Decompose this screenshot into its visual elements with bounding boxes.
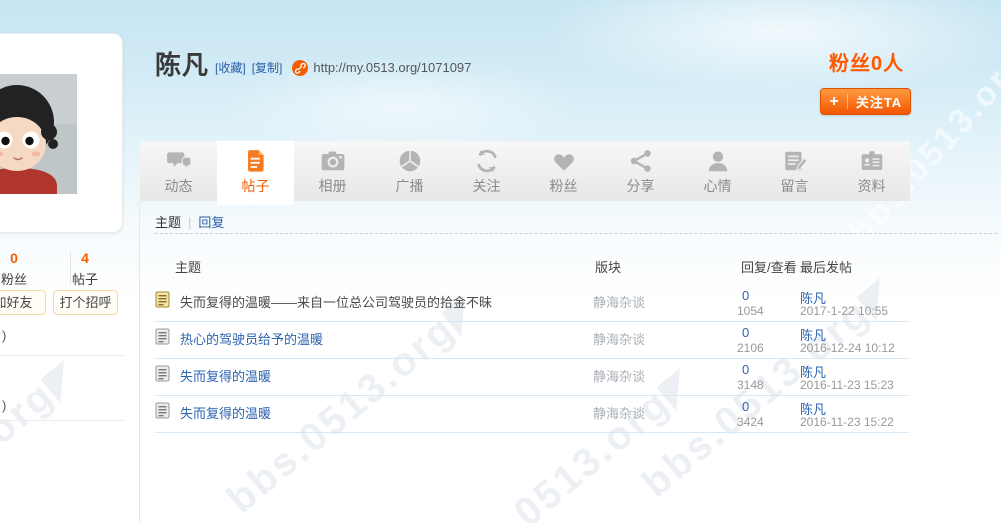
subnav-replies[interactable]: 回复 bbox=[198, 215, 224, 230]
id-card-icon bbox=[859, 148, 885, 174]
profile-tabbar: 动态 帖子 相册 bbox=[140, 141, 910, 201]
topic-icon bbox=[155, 328, 170, 345]
globe-sphere-icon bbox=[397, 148, 423, 174]
sidebar-section-clipped: ) bbox=[2, 398, 6, 413]
topic-replies[interactable]: 0 bbox=[742, 288, 749, 303]
subnav-divider: | bbox=[188, 215, 191, 230]
refresh-arrows-icon bbox=[474, 148, 500, 174]
topic-forum[interactable]: 静海杂谈 bbox=[593, 366, 645, 385]
last-post-date: 2016-11-23 15:23 bbox=[800, 378, 894, 392]
topic-title-link[interactable]: 失而复得的温暖——来自一位总公司驾驶员的拾金不昧 bbox=[180, 292, 492, 311]
tab-label: 心情 bbox=[704, 176, 732, 196]
share-nodes-icon bbox=[628, 148, 654, 174]
tab-label: 相册 bbox=[319, 176, 347, 196]
add-friend-button[interactable]: 加好友 bbox=[0, 290, 46, 315]
say-hello-button[interactable]: 打个招呼 bbox=[53, 290, 118, 315]
topic-forum[interactable]: 静海杂谈 bbox=[593, 403, 645, 422]
topic-forum[interactable]: 静海杂谈 bbox=[593, 292, 645, 311]
col-header-topic: 主题 bbox=[175, 257, 201, 276]
stat-posts-value: 4 bbox=[52, 250, 118, 266]
stat-posts-label: 帖子 bbox=[52, 269, 118, 288]
tab-guangbo[interactable]: 广播 bbox=[371, 141, 448, 201]
avatar[interactable] bbox=[0, 74, 77, 194]
subnav-topics[interactable]: 主题 bbox=[155, 215, 181, 230]
heart-icon bbox=[551, 148, 577, 174]
table-row: 失而复得的温暖 静海杂谈 0 3424 陈凡 2016-11-23 15:22 bbox=[155, 396, 909, 433]
col-header-last-post: 最后发帖 bbox=[800, 257, 852, 276]
tab-xinqing[interactable]: 心情 bbox=[679, 141, 756, 201]
topic-views: 1054 bbox=[737, 304, 764, 318]
topic-views: 3424 bbox=[737, 415, 764, 429]
watermark: bbs.0513.org◤ bbox=[0, 350, 89, 523]
note-pencil-icon bbox=[782, 148, 808, 174]
profile-header: 陈凡 [收藏] [复制] http://my.0513.org/1071097 bbox=[155, 45, 471, 82]
page-title: 陈凡 bbox=[155, 45, 209, 82]
tab-label: 帖子 bbox=[242, 176, 270, 196]
stat-fans[interactable]: 0 粉丝 bbox=[0, 250, 54, 288]
topic-forum[interactable]: 静海杂谈 bbox=[593, 329, 645, 348]
favorite-link[interactable]: [收藏] bbox=[215, 59, 246, 76]
topic-title-link[interactable]: 热心的驾驶员给予的温暖 bbox=[180, 329, 323, 348]
document-icon bbox=[243, 148, 269, 174]
table-row: 失而复得的温暖——来自一位总公司驾驶员的拾金不昧 静海杂谈 0 1054 陈凡 … bbox=[155, 285, 909, 322]
last-post-date: 2017-1-22 10:55 bbox=[800, 304, 888, 318]
stat-fans-label: 粉丝 bbox=[0, 269, 54, 288]
tab-liuyan[interactable]: 留言 bbox=[756, 141, 833, 201]
tab-label: 留言 bbox=[781, 176, 809, 196]
last-post-date: 2016-12-24 10:12 bbox=[800, 341, 895, 355]
col-header-replies-views: 回复/查看 bbox=[741, 257, 797, 276]
tab-label: 粉丝 bbox=[550, 176, 578, 196]
tab-label: 关注 bbox=[473, 176, 501, 196]
topic-views: 3148 bbox=[737, 378, 764, 392]
stat-posts[interactable]: 4 帖子 bbox=[52, 250, 118, 288]
topic-icon bbox=[155, 365, 170, 382]
post-subnav: 主题 | 回复 bbox=[155, 212, 224, 231]
user-avatar-image bbox=[0, 74, 77, 194]
tab-guanzhu[interactable]: 关注 bbox=[448, 141, 525, 201]
follow-button-label: 关注TA bbox=[848, 92, 910, 111]
topic-icon bbox=[155, 402, 170, 419]
tab-label: 动态 bbox=[165, 176, 193, 196]
tab-xiangce[interactable]: 相册 bbox=[294, 141, 371, 201]
topic-replies[interactable]: 0 bbox=[742, 399, 749, 414]
profile-url[interactable]: http://my.0513.org/1071097 bbox=[313, 60, 471, 75]
tab-fenxiang[interactable]: 分享 bbox=[602, 141, 679, 201]
topic-replies[interactable]: 0 bbox=[742, 362, 749, 377]
link-ball-icon bbox=[292, 60, 308, 76]
fans-count-label: 粉丝0人 bbox=[829, 47, 904, 76]
tab-fensi[interactable]: 粉丝 bbox=[525, 141, 602, 201]
copy-link[interactable]: [复制] bbox=[252, 59, 283, 76]
profile-page: bbs.0513.org◤ bbs.0513.org◤ bbs.0513.org… bbox=[0, 0, 1001, 523]
sidebar-section-clipped: ) bbox=[2, 328, 6, 343]
topic-views: 2106 bbox=[737, 341, 764, 355]
tab-label: 广播 bbox=[396, 176, 424, 196]
topic-title-link[interactable]: 失而复得的温暖 bbox=[180, 366, 271, 385]
tab-label: 分享 bbox=[627, 176, 655, 196]
topic-title-link[interactable]: 失而复得的温暖 bbox=[180, 403, 271, 422]
last-post-date: 2016-11-23 15:22 bbox=[800, 415, 894, 429]
tab-tiezi-active[interactable]: 帖子 bbox=[217, 141, 294, 205]
col-header-forum: 版块 bbox=[595, 257, 621, 276]
table-row: 失而复得的温暖 静海杂谈 0 3148 陈凡 2016-11-23 15:23 bbox=[155, 359, 909, 396]
topic-replies[interactable]: 0 bbox=[742, 325, 749, 340]
avatar-card bbox=[0, 33, 123, 233]
sidebar-divider bbox=[0, 355, 124, 356]
camera-icon bbox=[320, 148, 346, 174]
tab-dongtai[interactable]: 动态 bbox=[140, 141, 217, 201]
tab-ziliao[interactable]: 资料 bbox=[833, 141, 910, 201]
stat-fans-value: 0 bbox=[0, 250, 54, 266]
profile-url-wrap: http://my.0513.org/1071097 bbox=[292, 60, 471, 76]
sidebar-divider bbox=[0, 420, 124, 421]
content-left-border bbox=[139, 202, 140, 523]
follow-button[interactable]: + 关注TA bbox=[820, 88, 911, 115]
chat-bubbles-icon bbox=[166, 148, 192, 174]
dashed-divider bbox=[155, 233, 997, 234]
plus-icon: + bbox=[821, 93, 847, 111]
topic-read-icon bbox=[155, 291, 170, 308]
table-row: 热心的驾驶员给予的温暖 静海杂谈 0 2106 陈凡 2016-12-24 10… bbox=[155, 322, 909, 359]
tab-label: 资料 bbox=[858, 176, 886, 196]
person-icon bbox=[705, 148, 731, 174]
